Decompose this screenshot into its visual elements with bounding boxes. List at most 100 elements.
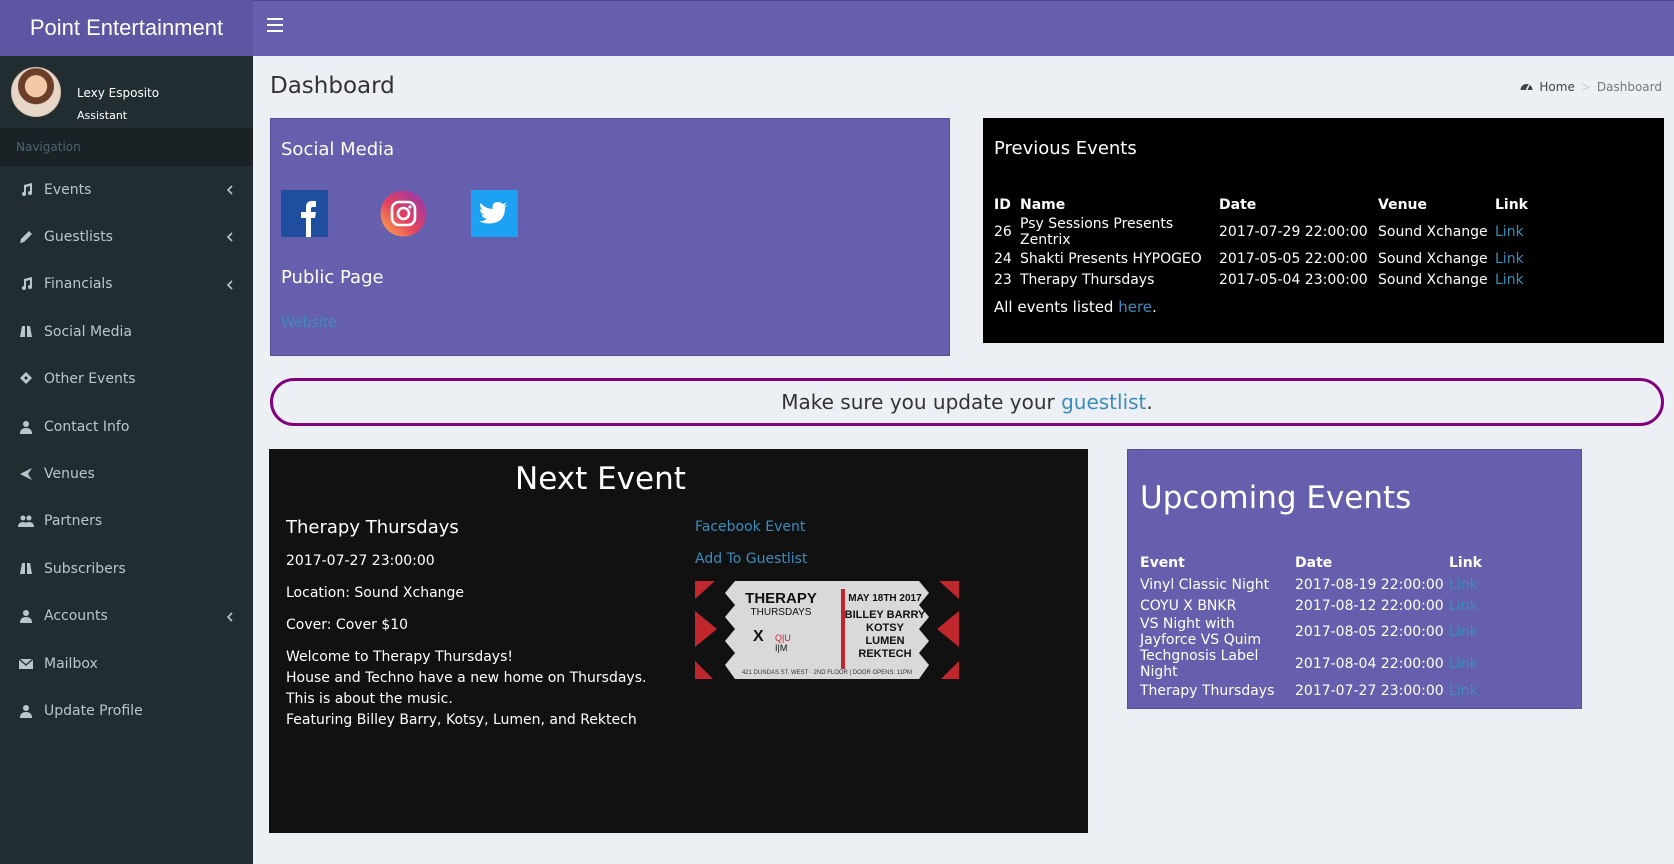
event-name: VS Night with Jayforce VS Quim — [1140, 616, 1262, 648]
chevron-left-icon — [226, 230, 233, 246]
event-location: Location: Sound Xchange — [286, 585, 465, 601]
chevron-left-icon — [226, 278, 233, 294]
event-link[interactable]: Link — [1495, 251, 1524, 267]
event-date: 2017-07-27 23:00:00 — [286, 553, 435, 569]
event-name: Shakti Presents HYPOGEO — [1020, 250, 1202, 267]
flyer-lineup-name: KOTSY — [866, 622, 905, 634]
event-link[interactable]: Link — [1449, 598, 1478, 614]
all-events-suffix: . — [1152, 298, 1157, 316]
sidebar-item-partners[interactable]: Partners — [0, 498, 253, 545]
sidebar: Lexy Esposito Assistant Navigation Event… — [0, 56, 253, 864]
column-header: ID — [994, 197, 1011, 213]
website-link[interactable]: Website — [281, 315, 337, 331]
ticket-icon — [18, 371, 34, 387]
event-flyer-image: THERAPY THURSDAYS X Q|U I|M MAY 18TH 201… — [695, 581, 959, 679]
sidebar-item-accounts[interactable]: Accounts — [0, 593, 253, 640]
column-header: Date — [1295, 555, 1333, 571]
sidebar-item-guestlists[interactable]: Guestlists — [0, 213, 253, 260]
event-name: Therapy Thursdays — [286, 517, 459, 538]
column-header: Name — [1020, 197, 1066, 213]
description-line: Welcome to Therapy Thursdays! — [286, 649, 513, 665]
app-logo[interactable]: Point Entertainment — [0, 0, 253, 56]
breadcrumb-separator: > — [1580, 80, 1591, 94]
sidebar-item-label: Update Profile — [44, 702, 143, 719]
public-page-title: Public Page — [281, 267, 384, 288]
event-venue: Sound Xchange — [1378, 271, 1488, 288]
social-media-box: Social Media Public Page Website — [270, 118, 950, 356]
sidebar-item-label: Social Media — [44, 323, 133, 340]
flyer-partner-logo: I|M — [775, 643, 787, 653]
user-icon — [18, 419, 34, 435]
table-row: Vinyl Classic Night 2017-08-19 22:00:00 … — [1140, 574, 1482, 595]
sidebar-item-other-events[interactable]: Other Events — [0, 356, 253, 403]
sidebar-item-label: Accounts — [44, 608, 108, 625]
event-name: Techgnosis Label Night — [1140, 648, 1259, 680]
event-venue: Sound Xchange — [1378, 224, 1488, 240]
flyer-date: MAY 18TH 2017 — [848, 593, 922, 604]
sidebar-item-label: Guestlists — [44, 229, 113, 246]
next-event-box: Next Event Therapy Thursdays 2017-07-27 … — [269, 449, 1088, 833]
event-link[interactable]: Link — [1495, 272, 1524, 288]
nav-header: Navigation — [0, 128, 253, 166]
all-events-prefix: All events listed — [994, 298, 1119, 316]
twitter-icon[interactable] — [471, 190, 518, 237]
sidebar-item-subscribers[interactable]: Subscribers — [0, 545, 253, 592]
event-link[interactable]: Link — [1449, 577, 1478, 593]
sidebar-item-contact-info[interactable]: Contact Info — [0, 403, 253, 450]
facebook-icon[interactable] — [281, 190, 328, 237]
event-date: 2017-05-05 22:00:00 — [1219, 250, 1368, 267]
chevron-left-icon — [226, 610, 233, 626]
sidebar-item-financials[interactable]: Financials — [0, 261, 253, 308]
upcoming-events-box: Upcoming Events Event Date Link Vinyl Cl… — [1127, 449, 1582, 709]
event-id: 26 — [994, 224, 1012, 240]
guestlist-notice: Make sure you update your guestlist. — [270, 378, 1664, 426]
table-row: 24 Shakti Presents HYPOGEO 2017-05-05 22… — [994, 248, 1528, 269]
event-link[interactable]: Link — [1495, 224, 1524, 240]
sidebar-item-events[interactable]: Events — [0, 166, 253, 213]
event-date: 2017-08-12 22:00:00 — [1295, 597, 1444, 614]
event-name: COYU X BNKR — [1140, 597, 1237, 614]
plane-icon — [18, 466, 34, 482]
event-name: Vinyl Classic Night — [1140, 576, 1270, 593]
facebook-event-link[interactable]: Facebook Event — [695, 519, 805, 535]
menu-toggle-icon[interactable] — [267, 18, 283, 32]
breadcrumb-home-link[interactable]: Home — [1539, 80, 1574, 94]
binoculars-icon — [18, 561, 34, 577]
music-icon — [18, 182, 34, 198]
sidebar-item-venues[interactable]: Venues — [0, 450, 253, 497]
next-event-title: Next Event — [515, 461, 686, 497]
flyer-lineup-name: REKTECH — [858, 648, 911, 660]
event-link[interactable]: Link — [1449, 624, 1478, 640]
guestlist-link[interactable]: guestlist — [1061, 390, 1146, 414]
flyer-partner-logo: Q|U — [775, 633, 791, 643]
sidebar-item-update-profile[interactable]: Update Profile — [0, 687, 253, 734]
column-header: Link — [1495, 197, 1528, 213]
previous-events-table: ID Name Date Venue Link 26 Psy Sessions … — [994, 194, 1528, 290]
user-name: Lexy Esposito — [77, 86, 160, 100]
event-link[interactable]: Link — [1449, 683, 1478, 699]
sidebar-item-label: Other Events — [44, 371, 136, 388]
upcoming-events-table: Event Date Link Vinyl Classic Night 2017… — [1140, 552, 1482, 701]
event-date: 2017-05-04 23:00:00 — [1219, 271, 1368, 288]
event-date: 2017-08-05 22:00:00 — [1295, 624, 1444, 640]
page-title: Dashboard — [270, 73, 395, 99]
all-events-link[interactable]: here — [1118, 298, 1152, 316]
instagram-icon[interactable] — [380, 190, 427, 237]
event-date: 2017-07-27 23:00:00 — [1295, 682, 1444, 699]
event-link[interactable]: Link — [1449, 656, 1478, 672]
sidebar-item-label: Subscribers — [44, 560, 126, 577]
notice-suffix: . — [1146, 390, 1153, 414]
sidebar-item-label: Partners — [44, 513, 103, 530]
event-name: Therapy Thursdays — [1020, 271, 1155, 288]
table-row: 23 Therapy Thursdays 2017-05-04 23:00:00… — [994, 269, 1528, 290]
breadcrumb-current: Dashboard — [1596, 80, 1662, 94]
user-role: Assistant — [77, 109, 128, 122]
event-description: Welcome to Therapy Thursdays! House and … — [286, 647, 646, 731]
sidebar-item-social-media[interactable]: Social Media — [0, 308, 253, 355]
sidebar-item-mailbox[interactable]: Mailbox — [0, 640, 253, 687]
sidebar-item-label: Mailbox — [44, 655, 98, 672]
flyer-lineup-name: BILLEY BARRY — [845, 609, 926, 621]
add-to-guestlist-link[interactable]: Add To Guestlist — [695, 551, 807, 567]
event-name: Therapy Thursdays — [1140, 682, 1275, 699]
table-row: Therapy Thursdays 2017-07-27 23:00:00 Li… — [1140, 680, 1482, 701]
